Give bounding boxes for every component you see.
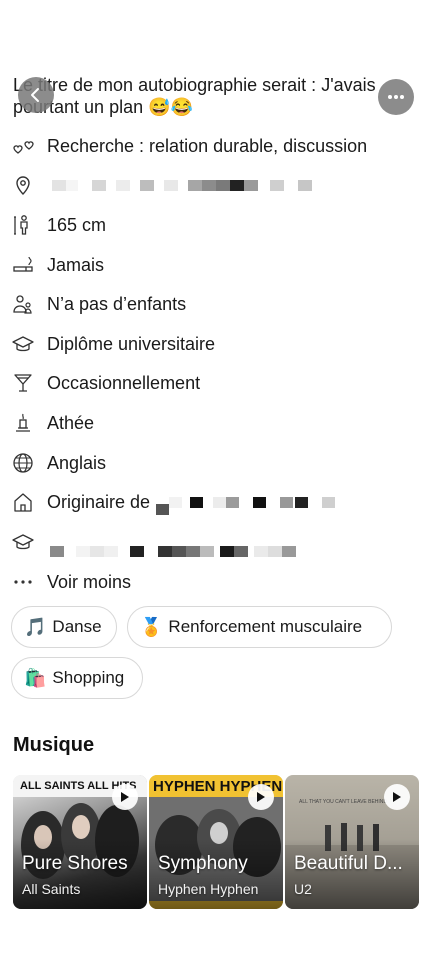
song-title: Beautiful D...: [294, 853, 403, 874]
album-card-pure-shores[interactable]: ALL SAINTS ALL HITS Pure Shores All Sain…: [13, 775, 147, 909]
back-button[interactable]: [18, 77, 54, 113]
see-less-label: Voir moins: [47, 571, 132, 592]
chevron-left-icon: [31, 88, 39, 102]
play-icon: [121, 792, 129, 802]
music-note-icon: 🎵: [24, 616, 47, 637]
interest-chip-shopping[interactable]: 🛍️ Shopping: [11, 657, 143, 699]
detail-label: Originaire de: [47, 491, 151, 512]
detail-drinking: Occasionnellement: [12, 370, 200, 396]
chip-label: Shopping: [52, 668, 125, 687]
hometown-redacted: [156, 490, 336, 515]
detail-children: N’a pas d’enfants: [12, 291, 186, 317]
more-options-button[interactable]: [378, 79, 414, 115]
play-button[interactable]: [384, 784, 410, 810]
play-button[interactable]: [248, 784, 274, 810]
profile-bio: Le titre de mon autobiographie serait : …: [13, 75, 376, 117]
chip-label: Renforcement musculaire: [168, 617, 363, 636]
ellipsis-icon: [12, 571, 34, 593]
album-cover-text: ALL THAT YOU CAN'T LEAVE BEHIND: [299, 799, 388, 805]
detail-relationship: Recherche : relation durable, discussion: [12, 133, 367, 159]
detail-label: 165 cm: [47, 214, 107, 235]
globe-icon: [12, 452, 34, 474]
detail-language: Anglais: [12, 450, 106, 476]
chip-label: Danse: [52, 617, 102, 636]
location-pin-icon: [12, 174, 34, 196]
detail-label: Anglais: [47, 452, 107, 473]
location-redacted: [52, 175, 312, 196]
detail-height: 165 cm: [12, 212, 106, 238]
candle-icon: [12, 412, 34, 434]
house-icon: [12, 491, 34, 513]
detail-label: Athée: [47, 412, 95, 433]
cigarette-icon: [12, 254, 34, 276]
cocktail-glass-icon: [12, 372, 34, 394]
detail-education: Diplôme universitaire: [12, 331, 215, 357]
detail-school: [12, 529, 296, 558]
shopping-bag-icon: 🛍️: [24, 667, 47, 688]
song-title: Symphony: [158, 853, 248, 874]
school-redacted: [50, 541, 296, 562]
detail-religion: Athée: [12, 410, 94, 436]
song-title: Pure Shores: [22, 853, 128, 874]
detail-label: N’a pas d’enfants: [47, 293, 187, 314]
detail-label: Diplôme universitaire: [47, 333, 216, 354]
see-less-link[interactable]: Voir moins: [12, 569, 131, 595]
music-section-title: Musique: [13, 734, 95, 756]
play-icon: [393, 792, 401, 802]
ellipsis-icon: [388, 95, 404, 99]
interest-chip-strength-training[interactable]: 🏅 Renforcement musculaire: [127, 606, 392, 648]
detail-label: Jamais: [47, 254, 105, 275]
album-card-beautiful-day[interactable]: ALL THAT YOU CAN'T LEAVE BEHIND Beautifu…: [285, 775, 419, 909]
song-artist: U2: [294, 881, 312, 897]
height-icon: [12, 214, 34, 236]
detail-location: [12, 172, 312, 198]
hearts-icon: [12, 135, 34, 157]
graduation-cap-icon: [12, 531, 34, 553]
interest-chip-dance[interactable]: 🎵 Danse: [11, 606, 117, 648]
play-icon: [257, 792, 265, 802]
medal-icon: 🏅: [140, 616, 163, 637]
album-card-symphony[interactable]: HYPHEN HYPHEN Symphony Hyphen Hyphen: [149, 775, 283, 909]
graduation-cap-icon: [12, 333, 34, 355]
song-artist: Hyphen Hyphen: [158, 881, 259, 897]
play-button[interactable]: [112, 784, 138, 810]
song-artist: All Saints: [22, 881, 81, 897]
children-icon: [12, 293, 34, 315]
detail-label: Occasionnellement: [47, 372, 201, 393]
detail-label: Recherche : relation durable, discussion: [47, 135, 368, 156]
detail-hometown: Originaire de: [12, 489, 336, 515]
detail-smoking: Jamais: [12, 252, 104, 278]
